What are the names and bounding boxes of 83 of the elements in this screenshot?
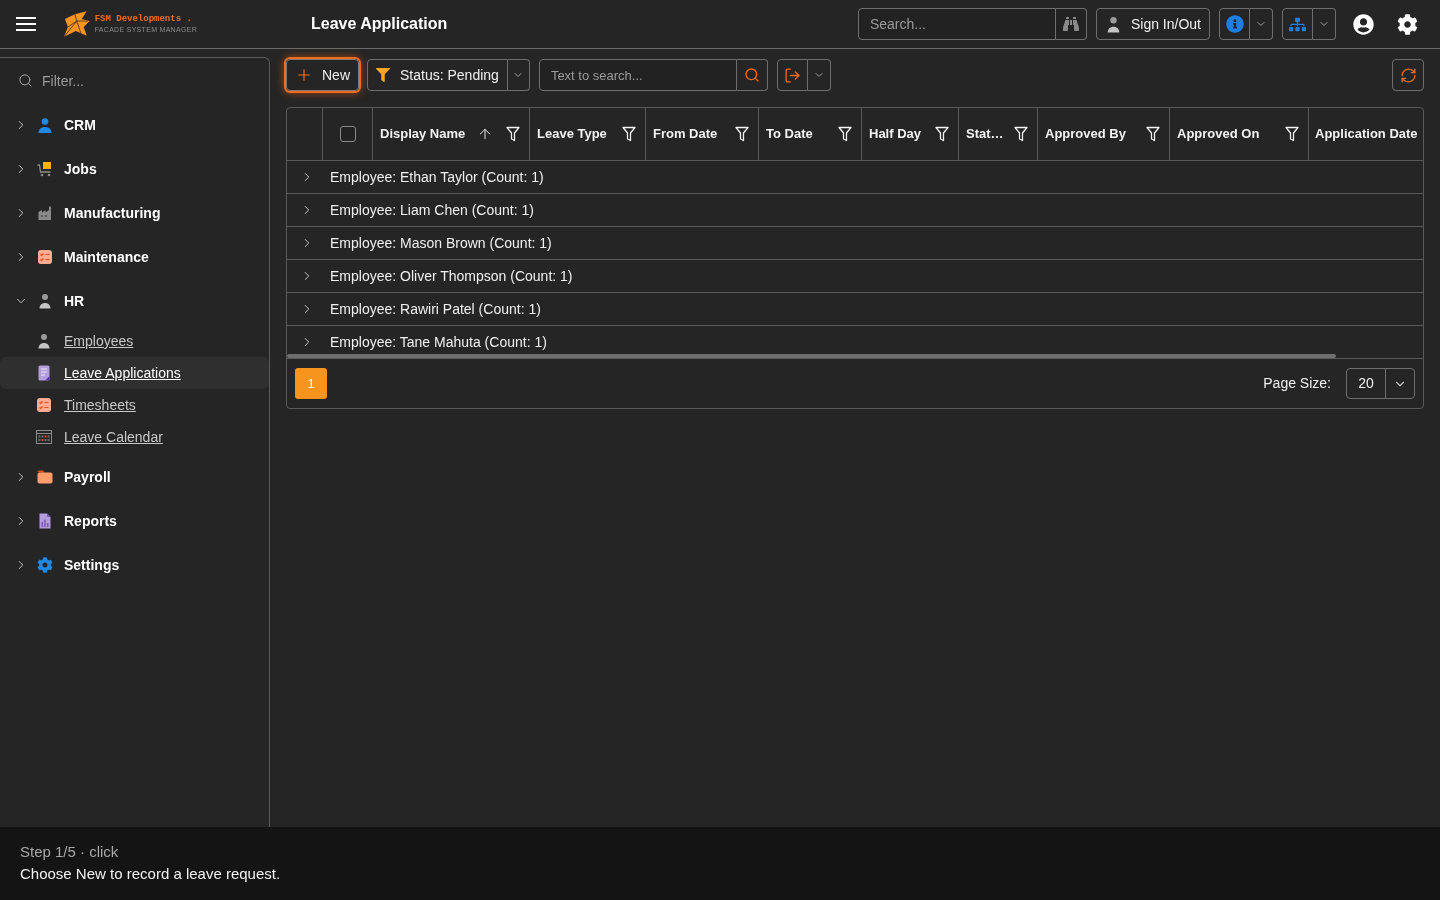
group-row[interactable]: Employee: Oliver Thompson (Count: 1) [287, 260, 1423, 293]
export-button[interactable] [776, 59, 808, 91]
settings-icon[interactable] [1397, 13, 1418, 35]
tour-step: Step 1/5 · click [20, 841, 1420, 863]
search-field[interactable]: Text to search... [538, 59, 737, 91]
dropdown-button[interactable] [1313, 8, 1336, 40]
search-icon [743, 67, 760, 83]
search-icon [18, 73, 33, 88]
new-button[interactable]: New [286, 59, 359, 91]
group-row[interactable]: Employee: Liam Chen (Count: 1) [287, 194, 1423, 227]
filter-icon[interactable] [735, 126, 749, 142]
page-size-select[interactable]: 20 [1346, 368, 1415, 399]
column-header[interactable]: To Date [759, 108, 862, 160]
nav-link[interactable]: Leave Applications [0, 357, 269, 389]
info-icon [1225, 15, 1244, 33]
column-header[interactable]: From Date [646, 108, 759, 160]
group-row[interactable]: Employee: Ethan Taylor (Count: 1) [287, 161, 1423, 194]
person-icon [37, 117, 53, 133]
column-header[interactable]: Application Date [1309, 108, 1423, 160]
column-header[interactable]: Approved On [1170, 108, 1309, 160]
funnel-icon [376, 68, 390, 82]
dropdown-button[interactable] [507, 59, 530, 91]
nav-link[interactable]: Timesheets [0, 389, 269, 421]
logo-text: FSM Developments . [94, 15, 193, 24]
nav-item[interactable]: CRM [0, 103, 269, 147]
nav-item[interactable]: Reports [0, 499, 269, 543]
nav-item[interactable]: Settings [0, 543, 269, 587]
plus-icon [295, 66, 313, 84]
sign-in-out-button[interactable]: Sign In/Out [1095, 8, 1210, 40]
dropdown-button[interactable] [807, 59, 831, 91]
info-button[interactable] [1219, 8, 1250, 40]
filter-icon[interactable] [1146, 126, 1160, 142]
nav-link[interactable]: Employees [0, 325, 269, 357]
person-icon [36, 333, 52, 349]
refresh-icon [1399, 66, 1417, 84]
filter-icon[interactable] [1014, 126, 1028, 142]
binoculars-button[interactable] [1055, 8, 1087, 40]
menu-icon[interactable] [16, 16, 36, 32]
document-icon [37, 365, 51, 381]
nav-item[interactable]: Payroll [0, 455, 269, 499]
filter-icon[interactable] [1285, 126, 1299, 142]
calendar-icon [36, 430, 52, 444]
search-field[interactable]: Search... [857, 8, 1056, 40]
logo-icon [62, 11, 91, 37]
column-header[interactable]: Half Day [862, 108, 959, 160]
column-header[interactable]: Approved By [1038, 108, 1170, 160]
nav-link[interactable]: Leave Calendar [0, 421, 269, 453]
filter-icon[interactable] [838, 126, 852, 142]
person-icon [37, 293, 53, 309]
page-title: Leave Application [311, 14, 448, 34]
column-header[interactable]: Display Name [373, 108, 530, 160]
checklist-icon [37, 249, 53, 265]
gear-icon [37, 557, 53, 573]
nav-item[interactable]: Maintenance [0, 235, 269, 279]
page-size-label: Page Size: [1263, 374, 1331, 393]
binoculars-icon [1062, 16, 1079, 32]
group-row[interactable]: Employee: Mason Brown (Count: 1) [287, 227, 1423, 260]
org-chart-button[interactable] [1282, 8, 1313, 40]
checklist-icon [36, 397, 52, 413]
tour-message: Choose New to record a leave request. [20, 864, 282, 884]
hierarchy-icon [1289, 15, 1306, 33]
group-row[interactable]: Employee: Rawiri Patel (Count: 1) [287, 293, 1423, 326]
user-avatar-icon[interactable] [1353, 13, 1374, 35]
export-icon [783, 66, 801, 84]
filter-field[interactable]: Filter... [42, 65, 259, 96]
filter-icon[interactable] [622, 126, 636, 142]
refresh-button[interactable] [1392, 59, 1424, 91]
column-header[interactable]: Stat… [959, 108, 1038, 160]
search-button[interactable] [736, 59, 768, 91]
factory-icon [37, 205, 53, 221]
status-filter-button[interactable]: Status: Pending [367, 59, 508, 91]
filter-icon[interactable] [506, 126, 520, 142]
column-header[interactable]: Leave Type [530, 108, 646, 160]
dropdown-button[interactable] [1250, 8, 1273, 40]
nav-item[interactable]: HR [0, 279, 269, 323]
nav-item[interactable]: Manufacturing [0, 191, 269, 235]
filter-icon[interactable] [935, 126, 949, 142]
cart-icon [37, 161, 53, 177]
folder-icon [37, 470, 53, 484]
nav-item[interactable]: Jobs [0, 147, 269, 191]
select-all-checkbox[interactable] [339, 126, 356, 142]
horizontal-scrollbar[interactable] [287, 354, 1336, 358]
chart-document-icon [38, 513, 52, 529]
